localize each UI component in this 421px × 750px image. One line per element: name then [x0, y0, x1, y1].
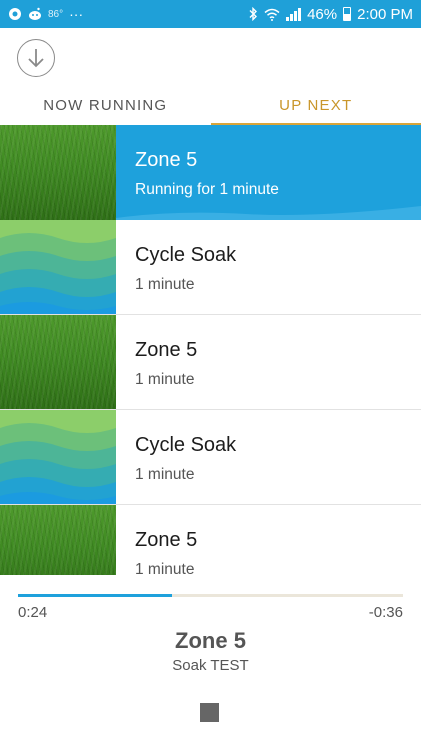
header [0, 28, 421, 88]
status-bar: 86° ··· 46% 2:00 PM [0, 0, 421, 28]
time-elapsed: 0:24 [18, 604, 48, 621]
reddit-icon [29, 7, 41, 20]
queue-item-title: Cycle Soak [135, 434, 237, 456]
progress-fill [18, 594, 172, 597]
now-playing-panel: 0:24 -0:36 Zone 5 Soak TEST [0, 575, 421, 750]
arrow-down-circle-icon [28, 49, 44, 68]
more-notifications-icon: ··· [69, 6, 84, 22]
queue-item-subtitle: 1 minute [135, 466, 195, 483]
queue-item-title: Cycle Soak [135, 244, 237, 266]
tab-bar: NOW RUNNING UP NEXT [0, 88, 421, 126]
stop-button[interactable] [200, 703, 219, 722]
notification-app-icon [9, 8, 21, 20]
progress-bar[interactable] [18, 594, 403, 597]
queue-item-current[interactable]: Zone 5 Running for 1 minute [0, 125, 421, 220]
queue-item-title: Zone 5 [135, 149, 198, 171]
collapse-button[interactable] [17, 39, 55, 77]
queue-item-title: Zone 5 [135, 529, 198, 551]
tab-now-running[interactable]: NOW RUNNING [0, 88, 211, 125]
queue-item[interactable]: Zone 5 1 minute [0, 505, 421, 575]
queue-item-subtitle: 1 minute [135, 371, 195, 388]
tab-up-next[interactable]: UP NEXT [210, 88, 421, 126]
temperature-indicator: 86° [48, 8, 64, 20]
battery-percent: 46% [307, 5, 338, 23]
wave-decoration [116, 206, 421, 220]
time-remaining: -0:36 [368, 604, 403, 621]
grass-thumbnail [0, 505, 116, 575]
queue-item-subtitle: 1 minute [135, 276, 195, 293]
clock: 2:00 PM [357, 5, 413, 23]
grass-thumbnail [0, 315, 116, 409]
wifi-icon [264, 8, 280, 21]
grass-thumbnail [0, 125, 116, 220]
cell-signal-icon [286, 7, 302, 21]
queue-item-title: Zone 5 [135, 339, 198, 361]
queue-item[interactable]: Zone 5 1 minute [0, 315, 421, 410]
queue-item-subtitle: Running for 1 minute [135, 181, 279, 198]
queue-item-subtitle: 1 minute [135, 561, 195, 575]
battery-icon [343, 7, 352, 21]
cycle-soak-thumbnail [0, 220, 116, 314]
now-playing-subtitle: Soak TEST [172, 657, 249, 674]
cycle-soak-thumbnail [0, 410, 116, 504]
now-playing-title: Zone 5 [175, 628, 246, 653]
bluetooth-icon [249, 7, 258, 21]
queue-list[interactable]: Zone 5 Running for 1 minute Cycle Soak 1… [0, 125, 421, 575]
queue-item[interactable]: Cycle Soak 1 minute [0, 410, 421, 505]
queue-item[interactable]: Cycle Soak 1 minute [0, 220, 421, 315]
